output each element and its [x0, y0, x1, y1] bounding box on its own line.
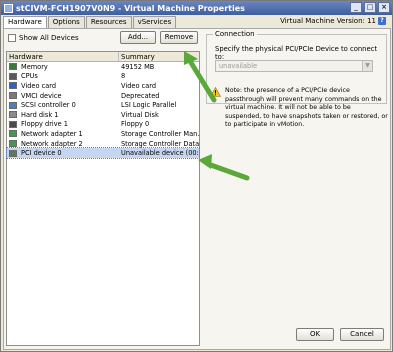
hardware-panel: Show All Devices Add... Remove Hardware …: [3, 28, 391, 350]
hardware-name: Floppy drive 1: [21, 120, 69, 129]
chevron-down-icon[interactable]: ▼: [362, 61, 372, 71]
hardware-name: Hard disk 1: [21, 110, 59, 119]
pci-device-selected: unavailable: [219, 62, 258, 70]
hardware-name: Video card: [21, 81, 57, 90]
cancel-button[interactable]: Cancel: [340, 328, 384, 341]
tab-resources[interactable]: Resources: [85, 16, 132, 28]
hardware-cell: Network adapter 1: [7, 130, 119, 138]
summary-cell: Unavailable device (00:...: [121, 149, 199, 158]
show-all-label: Show All Devices: [19, 34, 79, 42]
summary-cell: Floppy 0: [121, 120, 150, 129]
note-text: Note: the presence of a PCI/PCIe device …: [225, 87, 388, 128]
summary-cell: Video card: [121, 81, 157, 90]
table-header: Hardware Summary: [7, 52, 199, 62]
column-summary[interactable]: Summary: [119, 52, 199, 61]
hardware-name: CPUs: [21, 72, 38, 81]
show-all-devices[interactable]: Show All Devices: [8, 34, 79, 42]
hardware-cell: VMCI device: [7, 92, 119, 100]
window-title: stCIVM-FCH1907V0N9 - Virtual Machine Pro…: [16, 3, 245, 13]
table-row[interactable]: Network adapter 2 Storage Controller Data…: [7, 139, 199, 149]
warning-icon: [210, 87, 221, 97]
network-icon: [9, 140, 17, 148]
memory-icon: [9, 63, 17, 71]
hardware-name: Network adapter 1: [21, 129, 83, 138]
app-icon: [4, 3, 13, 13]
hardware-name: Network adapter 2: [21, 139, 83, 148]
hardware-name: SCSI controller 0: [21, 101, 76, 110]
table-row[interactable]: Video card Video card: [7, 81, 199, 91]
hardware-cell: Network adapter 2: [7, 140, 119, 148]
floppy-icon: [9, 120, 17, 128]
hardware-cell: CPUs: [7, 72, 119, 80]
hardware-name: Memory: [21, 62, 48, 71]
minimize-button[interactable]: _: [350, 2, 362, 13]
summary-cell: Storage Controller Man...: [121, 129, 199, 138]
table-row[interactable]: PCI device 0 Unavailable device (00:...: [6, 147, 200, 159]
summary-cell: LSI Logic Parallel: [121, 101, 177, 110]
close-button[interactable]: ×: [378, 2, 390, 13]
connection-label: Specify the physical PCI/PCIe Device to …: [215, 45, 378, 61]
help-icon[interactable]: ?: [378, 17, 386, 25]
hardware-cell: Floppy drive 1: [7, 120, 119, 128]
hard-disk-icon: [9, 111, 17, 119]
remove-button[interactable]: Remove: [160, 31, 198, 44]
pci-icon: [9, 149, 17, 157]
show-all-checkbox[interactable]: [8, 34, 16, 42]
network-icon: [9, 130, 17, 138]
hardware-cell: Video card: [7, 82, 119, 90]
table-row[interactable]: Memory 49152 MB: [7, 62, 199, 72]
maximize-button[interactable]: □: [364, 2, 376, 13]
hardware-cell: Memory: [7, 63, 119, 71]
scsi-icon: [9, 101, 17, 109]
passthrough-note: Note: the presence of a PCI/PCIe device …: [210, 87, 388, 130]
vm-version: Virtual Machine Version: 11 ?: [280, 17, 386, 25]
cpu-icon: [9, 72, 17, 80]
column-hardware[interactable]: Hardware: [7, 52, 119, 61]
tab-vservices[interactable]: vServices: [132, 16, 177, 28]
summary-cell: Storage Controller Data...: [121, 139, 199, 148]
add-button[interactable]: Add...: [120, 31, 156, 44]
vmci-icon: [9, 92, 17, 100]
hardware-name: PCI device 0: [21, 149, 62, 158]
table-row[interactable]: Hard disk 1 Virtual Disk: [7, 110, 199, 120]
table-row[interactable]: SCSI controller 0 LSI Logic Parallel: [7, 100, 199, 110]
video-card-icon: [9, 82, 17, 90]
vm-properties-window: stCIVM-FCH1907V0N9 - Virtual Machine Pro…: [0, 0, 393, 352]
table-row[interactable]: CPUs 8: [7, 72, 199, 82]
vm-version-label: Virtual Machine Version: 11: [280, 17, 376, 25]
hardware-cell: Hard disk 1: [7, 111, 119, 119]
table-row[interactable]: Network adapter 1 Storage Controller Man.…: [7, 129, 199, 139]
table-row[interactable]: Floppy drive 1 Floppy 0: [7, 120, 199, 130]
hardware-cell: PCI device 0: [7, 149, 119, 157]
tab-strip: Hardware Options Resources vServices: [3, 16, 177, 29]
tab-options[interactable]: Options: [47, 16, 85, 28]
title-bar: stCIVM-FCH1907V0N9 - Virtual Machine Pro…: [1, 1, 392, 15]
summary-cell: 8: [121, 72, 126, 81]
summary-cell: 49152 MB: [121, 62, 155, 71]
summary-cell: Virtual Disk: [121, 110, 159, 119]
pci-device-select[interactable]: unavailable ▼: [215, 60, 373, 72]
ok-button[interactable]: OK: [296, 328, 334, 341]
connection-group-label: Connection: [213, 30, 257, 38]
summary-cell: Deprecated: [121, 91, 160, 100]
hardware-name: VMCI device: [21, 91, 62, 100]
hardware-cell: SCSI controller 0: [7, 101, 119, 109]
hardware-table: Hardware Summary Memory 49152 MB CPUs 8 Vide…: [6, 51, 200, 346]
table-row[interactable]: VMCI device Deprecated: [7, 91, 199, 101]
table-body: Memory 49152 MB CPUs 8 Video card Video card V…: [6, 62, 200, 159]
